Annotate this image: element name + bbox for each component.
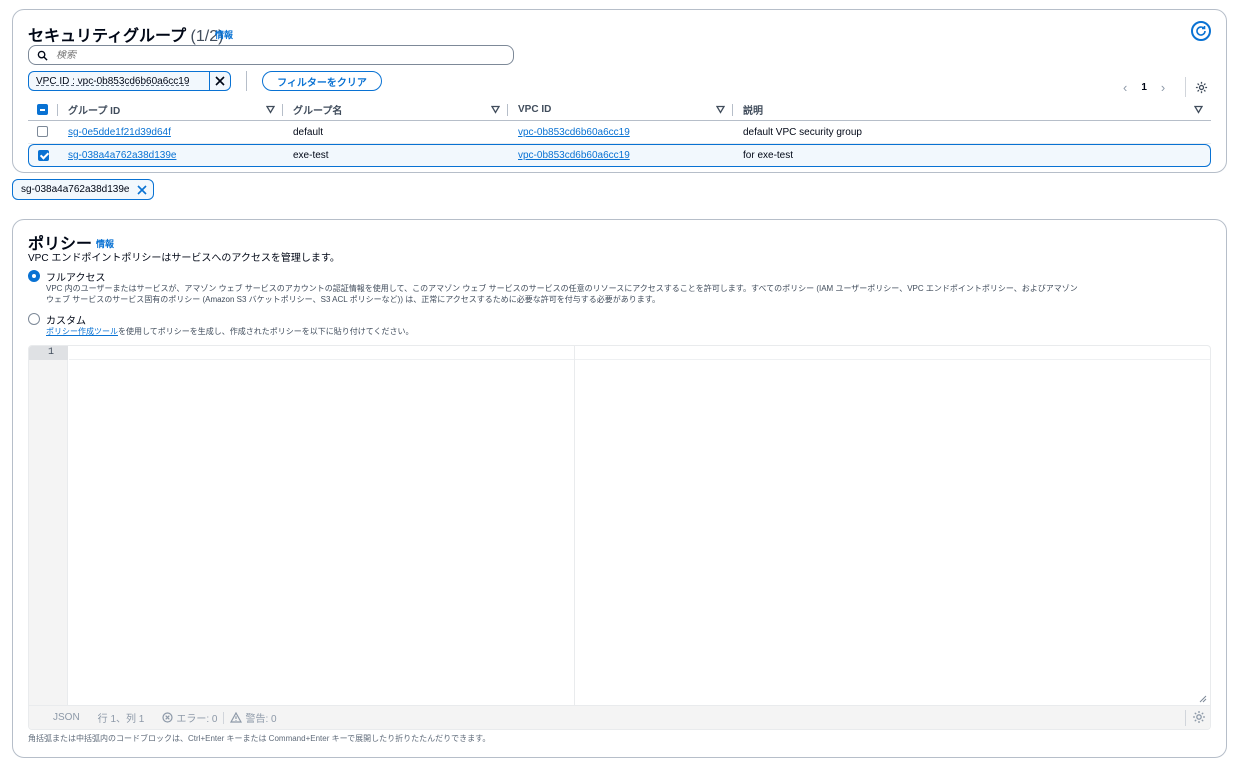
search-input[interactable] [56,49,496,61]
sort-icon[interactable] [716,105,725,114]
editor-footer-note: 角括弧または中括弧内のコードブロックは、Ctrl+Enter キーまたは Com… [28,734,491,743]
column-header-group-id[interactable]: グループ ID [58,99,283,121]
filter-divider [246,71,247,91]
custom-label[interactable]: カスタム [46,312,86,327]
pagination: ‹ 1 › [1123,80,1165,95]
cursor-position: 行 1、列 1 [97,714,145,725]
row-checkbox[interactable] [37,126,48,138]
close-icon[interactable] [137,184,148,195]
policy-panel: ポリシー 情報 VPC エンドポイントポリシーはサービスへのアクセスを管理します… [12,219,1227,758]
print-margin [574,346,575,706]
resize-handle-icon[interactable] [1198,694,1207,703]
chevron-left-icon[interactable]: ‹ [1123,80,1127,95]
table-row[interactable]: sg-0e5dde1f21d39d64f default vpc-0b853cd… [28,121,1211,144]
custom-description: ポリシー作成ツールを使用してポリシーを生成し、作成されたポリシーを以下に貼り付け… [46,327,414,336]
table-header-row: グループ ID グループ名 VPC ID 説明 [28,99,1211,121]
error-icon [162,712,173,723]
selected-group-label: sg-038a4a762a38d139e [21,184,130,195]
full-access-description: VPC 内のユーザーまたはサービスが、アマゾン ウェブ サービスのアカウントの認… [46,284,1078,304]
status-divider [1185,710,1186,726]
close-icon [215,76,225,86]
policy-generator-link[interactable]: ポリシー作成ツール [46,327,118,336]
vpc-filter-token-label[interactable]: VPC ID : vpc-0b853cd6b60a6cc19 [29,72,210,90]
custom-radio[interactable] [28,313,40,325]
error-count[interactable]: エラー: 0 [162,710,217,725]
vpc-id-cell: vpc-0b853cd6b60a6cc19 [508,121,733,144]
select-all-cell [28,99,58,121]
line-number: 1 [29,346,68,360]
column-header-group-name[interactable]: グループ名 [283,99,508,121]
select-all-checkbox[interactable] [37,103,48,115]
vpc-id-link[interactable]: vpc-0b853cd6b60a6cc19 [518,150,630,161]
group-id-cell: sg-0e5dde1f21d39d64f [58,121,283,144]
group-id-link[interactable]: sg-038a4a762a38d139e [68,150,176,161]
selected-group-token: sg-038a4a762a38d139e [12,179,155,200]
sort-icon[interactable] [266,105,275,114]
policy-description: VPC エンドポイントポリシーはサービスへのアクセスを管理します。 [28,253,340,264]
description-cell: default VPC security group [733,121,1211,144]
gear-icon[interactable] [1192,710,1206,724]
editor-status-bar: JSON 行 1、列 1 エラー: 0 警告: 0 [29,705,1210,729]
security-groups-panel: セキュリティグループ (1/2) 情報 VPC ID : vpc-0b853cd… [12,9,1227,173]
group-name-cell: default [283,121,508,144]
security-groups-table: グループ ID グループ名 VPC ID 説明 sg-0e5dde1f21d39… [28,99,1211,167]
clear-filters-button[interactable]: フィルターをクリア [262,71,382,91]
group-id-link[interactable]: sg-0e5dde1f21d39d64f [68,127,171,138]
pager-divider [1185,77,1186,97]
page-number[interactable]: 1 [1141,82,1147,93]
security-groups-title: セキュリティグループ (1/2) [28,28,224,45]
search-icon [37,50,48,61]
description-cell: for exe-test [733,144,1211,167]
vpc-filter-token: VPC ID : vpc-0b853cd6b60a6cc19 [28,71,231,91]
full-access-radio[interactable] [28,270,40,282]
refresh-icon [1196,26,1206,36]
row-select-cell [28,144,58,167]
sort-icon[interactable] [1194,105,1203,114]
warning-count[interactable]: 警告: 0 [230,710,277,725]
table-row[interactable]: sg-038a4a762a38d139e exe-test vpc-0b853c… [28,144,1211,167]
editor-gutter [29,346,68,706]
full-access-label[interactable]: フルアクセス [46,269,106,284]
editor-active-line[interactable] [69,346,1210,360]
status-divider [223,711,225,724]
remove-filter-button[interactable] [210,72,230,90]
vpc-id-link[interactable]: vpc-0b853cd6b60a6cc19 [518,127,630,138]
group-name-cell: exe-test [283,144,508,167]
column-header-description[interactable]: 説明 [733,99,1211,121]
search-field[interactable] [28,45,514,65]
refresh-button[interactable] [1191,21,1211,41]
sort-icon[interactable] [491,105,500,114]
row-select-cell [28,121,58,144]
column-header-vpc-id[interactable]: VPC ID [508,99,733,121]
vpc-id-cell: vpc-0b853cd6b60a6cc19 [508,144,733,167]
language-label: JSON [53,712,80,723]
warning-icon [230,712,243,723]
group-id-cell: sg-038a4a762a38d139e [58,144,283,167]
row-checkbox[interactable] [38,149,49,161]
chevron-right-icon[interactable]: › [1161,80,1165,95]
security-groups-info-link[interactable]: 情報 [215,28,233,41]
policy-code-editor[interactable]: 1 JSON 行 1、列 1 エラー: 0 警告: 0 [28,345,1211,730]
gear-icon[interactable] [1195,81,1208,94]
